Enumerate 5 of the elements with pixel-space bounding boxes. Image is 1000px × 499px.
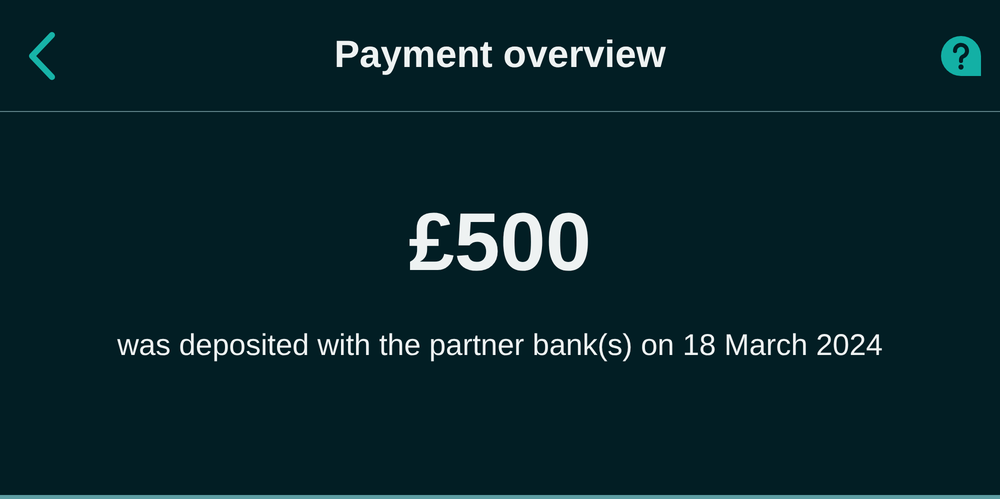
back-icon: [28, 30, 56, 80]
page-title: Payment overview: [334, 33, 666, 78]
help-icon: [940, 34, 982, 76]
amount: £500: [408, 202, 592, 284]
deposit-description: was deposited with the partner bank(s) on 18 March 2024: [116, 328, 884, 364]
